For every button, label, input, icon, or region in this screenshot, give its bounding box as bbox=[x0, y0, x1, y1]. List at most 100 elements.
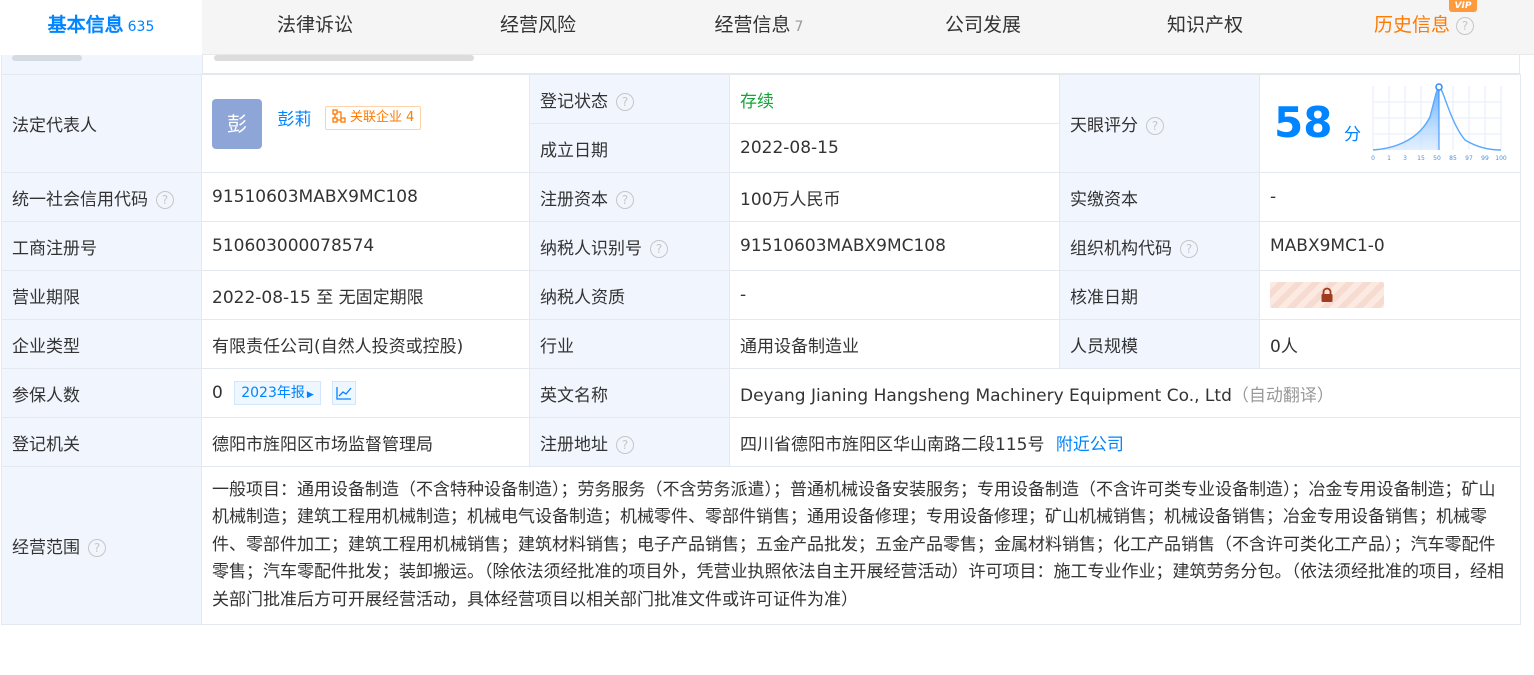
biz-reg-no-value: 510603000078574 bbox=[201, 221, 530, 271]
approve-date-value bbox=[1259, 270, 1521, 320]
legal-rep-cell: 彭 彭莉 关联企业 4 bbox=[201, 74, 530, 173]
help-icon[interactable]: ? bbox=[1180, 239, 1198, 258]
legal-rep-name[interactable]: 彭莉 bbox=[277, 110, 311, 130]
staff-size-value: 0人 bbox=[1259, 319, 1521, 369]
tianyan-score-unit: 分 bbox=[1344, 124, 1361, 145]
staff-size-label: 人员规模 bbox=[1059, 319, 1260, 369]
table-row: 工商注册号 510603000078574 纳税人识别号? 91510603MA… bbox=[1, 221, 1521, 271]
network-icon bbox=[332, 108, 346, 123]
reg-status-label: 登记状态? bbox=[529, 74, 730, 124]
table-row: 经营范围? 一般项目：通用设备制造（不含特种设备制造）；劳务服务（不含劳务派遣）… bbox=[1, 466, 1521, 625]
axis-tick: 97 bbox=[1465, 155, 1473, 162]
company-type-label: 企业类型 bbox=[1, 319, 202, 369]
nearby-companies-link[interactable]: 附近公司 bbox=[1056, 435, 1124, 455]
reg-address-label: 注册地址? bbox=[529, 417, 730, 467]
biz-term-value: 2022-08-15 至 无固定期限 bbox=[201, 270, 530, 320]
org-code-value: MABX9MC1-0 bbox=[1259, 221, 1521, 271]
axis-tick: 1 bbox=[1387, 155, 1391, 162]
help-icon[interactable]: ? bbox=[616, 190, 634, 209]
annual-report-button[interactable]: 2023年报 ▶ bbox=[234, 381, 321, 405]
vip-locked-field[interactable] bbox=[1270, 282, 1384, 308]
axis-tick: 3 bbox=[1403, 155, 1407, 162]
industry-value: 通用设备制造业 bbox=[729, 319, 1060, 369]
reg-authority-label: 登记机关 bbox=[1, 417, 202, 467]
caret-right-icon: ▶ bbox=[306, 390, 314, 400]
avatar[interactable]: 彭 bbox=[212, 98, 262, 149]
help-icon[interactable]: ? bbox=[650, 239, 668, 258]
axis-tick: 99 bbox=[1481, 155, 1489, 162]
tianyan-score: 58 bbox=[1274, 97, 1333, 147]
line-chart-icon bbox=[336, 387, 352, 400]
english-name-value: Deyang Jianing Hangsheng Machinery Equip… bbox=[740, 385, 1232, 406]
axis-tick: 0 bbox=[1371, 155, 1375, 162]
tab-ip[interactable]: 知识产权 bbox=[1096, 0, 1314, 54]
help-icon[interactable]: ? bbox=[1146, 117, 1164, 135]
reg-authority-value: 德阳市旌阳区市场监督管理局 bbox=[201, 417, 530, 467]
clipped-row-value bbox=[214, 55, 474, 61]
tianyan-label: 天眼评分? bbox=[1059, 74, 1260, 173]
related-companies-button[interactable]: 关联企业 4 bbox=[324, 105, 422, 130]
auto-translate-note: （自动翻译） bbox=[1231, 385, 1334, 406]
axis-tick: 15 bbox=[1417, 155, 1425, 162]
lock-icon bbox=[1321, 287, 1333, 302]
table-row: 营业期限 2022-08-15 至 无固定期限 纳税人资质 - 核准日期 bbox=[1, 270, 1521, 320]
insured-label: 参保人数 bbox=[1, 368, 202, 418]
legal-rep-label: 法定代表人 bbox=[1, 74, 202, 173]
tab-bar: 基本信息 635 法律诉讼 经营风险 经营信息 7 公司发展 知识产权 历史信息? … bbox=[0, 0, 1534, 55]
help-icon: ? bbox=[1456, 16, 1474, 35]
taxpayer-qual-value: - bbox=[729, 270, 1060, 320]
paid-capital-label: 实缴资本 bbox=[1059, 172, 1260, 222]
taxpayer-id-label: 纳税人识别号? bbox=[529, 221, 730, 271]
found-date-label: 成立日期 bbox=[529, 123, 730, 173]
biz-scope-value: 一般项目：通用设备制造（不含特种设备制造）；劳务服务（不含劳务派遣）；普通机械设… bbox=[201, 466, 1521, 625]
tab-legal[interactable]: 法律诉讼 bbox=[202, 0, 428, 54]
tianyan-score-cell[interactable]: 58 分 0 1 3 15 50 85 97 99 100 bbox=[1259, 74, 1521, 173]
english-name-cell: Deyang Jianing Hangsheng Machinery Equip… bbox=[729, 368, 1521, 418]
table-row: 参保人数 0 2023年报 ▶ 英文名称 Deyang Jianing Hangs… bbox=[1, 368, 1521, 418]
tab-count: 7 bbox=[794, 19, 804, 35]
industry-label: 行业 bbox=[529, 319, 730, 369]
help-icon[interactable]: ? bbox=[156, 190, 174, 209]
tab-operation[interactable]: 经营信息 7 bbox=[648, 0, 870, 54]
tab-label: 历史信息 bbox=[1373, 14, 1450, 36]
tab-count: 635 bbox=[127, 19, 155, 35]
tab-development[interactable]: 公司发展 bbox=[870, 0, 1096, 54]
taxpayer-qual-label: 纳税人资质 bbox=[529, 270, 730, 320]
tab-label: 经营信息 bbox=[714, 14, 791, 36]
tab-label: 公司发展 bbox=[944, 14, 1021, 36]
paid-capital-value: - bbox=[1259, 172, 1521, 222]
reg-capital-value: 100万人民币 bbox=[729, 172, 1060, 222]
biz-scope-label: 经营范围? bbox=[1, 466, 202, 625]
approve-date-label: 核准日期 bbox=[1059, 270, 1260, 320]
company-type-value: 有限责任公司(自然人投资或控股) bbox=[201, 319, 530, 369]
axis-tick: 85 bbox=[1449, 155, 1457, 162]
biz-term-label: 营业期限 bbox=[1, 270, 202, 320]
tab-risk[interactable]: 经营风险 bbox=[428, 0, 648, 54]
table-row: 登记机关 德阳市旌阳区市场监督管理局 注册地址? 四川省德阳市旌阳区华山南路二段… bbox=[1, 417, 1521, 467]
vip-badge: VIP bbox=[1449, 0, 1477, 12]
tab-history[interactable]: 历史信息? bbox=[1314, 0, 1534, 54]
found-date-value: 2022-08-15 bbox=[729, 123, 1060, 173]
help-icon[interactable]: ? bbox=[616, 435, 634, 454]
tab-label: 基本信息 bbox=[47, 14, 124, 36]
insured-value: 0 bbox=[212, 383, 223, 403]
related-label: 关联企业 bbox=[349, 109, 402, 125]
credit-code-label: 统一社会信用代码? bbox=[1, 172, 202, 222]
taxpayer-id-value: 91510603MABX9MC108 bbox=[729, 221, 1060, 271]
related-count: 4 bbox=[405, 109, 415, 125]
tab-label: 经营风险 bbox=[499, 14, 576, 36]
english-name-label: 英文名称 bbox=[529, 368, 730, 418]
credit-code-value: 91510603MABX9MC108 bbox=[201, 172, 530, 222]
tab-basic-info[interactable]: 基本信息 635 bbox=[0, 0, 202, 55]
tab-label: 知识产权 bbox=[1166, 14, 1243, 36]
reg-address-value: 四川省德阳市旌阳区华山南路二段115号 bbox=[740, 434, 1045, 455]
table-row: 企业类型 有限责任公司(自然人投资或控股) 行业 通用设备制造业 人员规模 0人 bbox=[1, 319, 1521, 369]
score-distribution-chart: 0 1 3 15 50 85 97 99 100 bbox=[1371, 82, 1507, 162]
trend-chart-button[interactable] bbox=[332, 381, 357, 405]
help-icon[interactable]: ? bbox=[88, 539, 106, 557]
insured-cell: 0 2023年报 ▶ bbox=[201, 368, 530, 418]
reg-capital-label: 注册资本? bbox=[529, 172, 730, 222]
help-icon[interactable]: ? bbox=[616, 92, 634, 111]
org-code-label: 组织机构代码? bbox=[1059, 221, 1260, 271]
company-info-table: 法定代表人 彭 彭莉 关联企业 4 登记状态? 存续 天眼评分? 58 分 0 … bbox=[1, 74, 1521, 625]
